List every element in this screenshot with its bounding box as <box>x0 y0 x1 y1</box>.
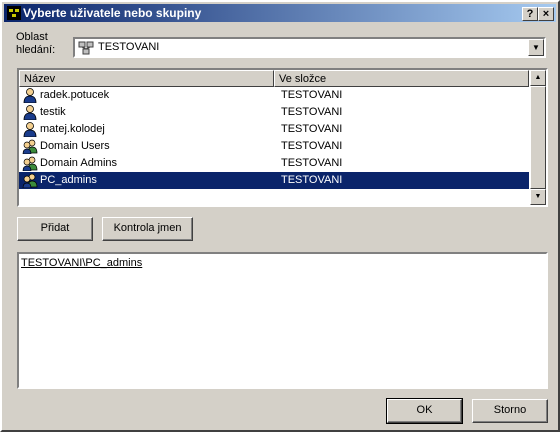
chevron-down-icon: ▼ <box>532 43 540 52</box>
column-header-folder[interactable]: Ve složce <box>274 70 529 87</box>
scroll-up-icon: ▲ <box>534 74 542 81</box>
selected-names-box[interactable]: TESTOVANI\PC_admins <box>17 252 548 389</box>
list-item[interactable]: matej.kolodej TESTOVANI <box>19 121 529 138</box>
list-item[interactable]: PC_admins TESTOVANI <box>19 172 529 189</box>
item-name: testik <box>40 106 66 118</box>
group-icon <box>22 173 38 189</box>
list-item[interactable]: Domain Users TESTOVANI <box>19 138 529 155</box>
item-folder: TESTOVANI <box>281 106 343 118</box>
dialog-app-icon <box>7 6 21 20</box>
group-icon <box>22 139 38 155</box>
item-name: PC_admins <box>40 174 97 186</box>
user-icon <box>22 122 38 138</box>
item-folder: TESTOVANI <box>281 157 343 169</box>
item-folder: TESTOVANI <box>281 89 343 101</box>
user-icon <box>22 105 38 121</box>
results-list[interactable]: Název Ve složce radek.potucek TESTOVANI te… <box>17 68 548 207</box>
scroll-down-button[interactable]: ▼ <box>530 189 546 205</box>
combo-dropdown-button[interactable]: ▼ <box>528 39 544 56</box>
user-icon <box>22 88 38 104</box>
close-button[interactable]: × <box>538 7 554 21</box>
cancel-button[interactable]: Storno <box>472 399 548 423</box>
location-combobox[interactable]: TESTOVANI ▼ <box>73 37 546 58</box>
dialog-title: Vyberte uživatele nebo skupiny <box>23 6 202 20</box>
selected-name-entry[interactable]: TESTOVANI\PC_admins <box>21 257 142 269</box>
select-users-dialog: Vyberte uživatele nebo skupiny ? × Oblas… <box>0 0 560 432</box>
scroll-up-button[interactable]: ▲ <box>530 70 546 86</box>
item-folder: TESTOVANI <box>281 123 343 135</box>
check-names-button[interactable]: Kontrola jmen <box>102 217 193 241</box>
list-item[interactable]: testik TESTOVANI <box>19 104 529 121</box>
list-item[interactable]: radek.potucek TESTOVANI <box>19 87 529 104</box>
scroll-down-icon: ▼ <box>534 193 542 200</box>
item-name: Domain Users <box>40 140 110 152</box>
column-header-name[interactable]: Název <box>19 70 274 87</box>
list-item[interactable]: Domain Admins TESTOVANI <box>19 155 529 172</box>
item-name: matej.kolodej <box>40 123 105 135</box>
add-button[interactable]: Přidat <box>17 217 93 241</box>
title-bar[interactable]: Vyberte uživatele nebo skupiny ? × <box>4 4 556 22</box>
location-value: TESTOVANI <box>98 41 160 53</box>
list-scrollbar[interactable]: ▲ ▼ <box>530 70 546 205</box>
item-name: Domain Admins <box>40 157 118 169</box>
ok-button[interactable]: OK <box>386 398 463 424</box>
item-folder: TESTOVANI <box>281 140 343 152</box>
domain-icon <box>78 41 94 55</box>
group-icon <box>22 156 38 172</box>
scroll-thumb[interactable] <box>530 86 546 189</box>
item-folder: TESTOVANI <box>281 174 343 186</box>
location-label: Oblast hledání: <box>16 31 56 56</box>
item-name: radek.potucek <box>40 89 110 101</box>
help-button[interactable]: ? <box>522 7 538 21</box>
